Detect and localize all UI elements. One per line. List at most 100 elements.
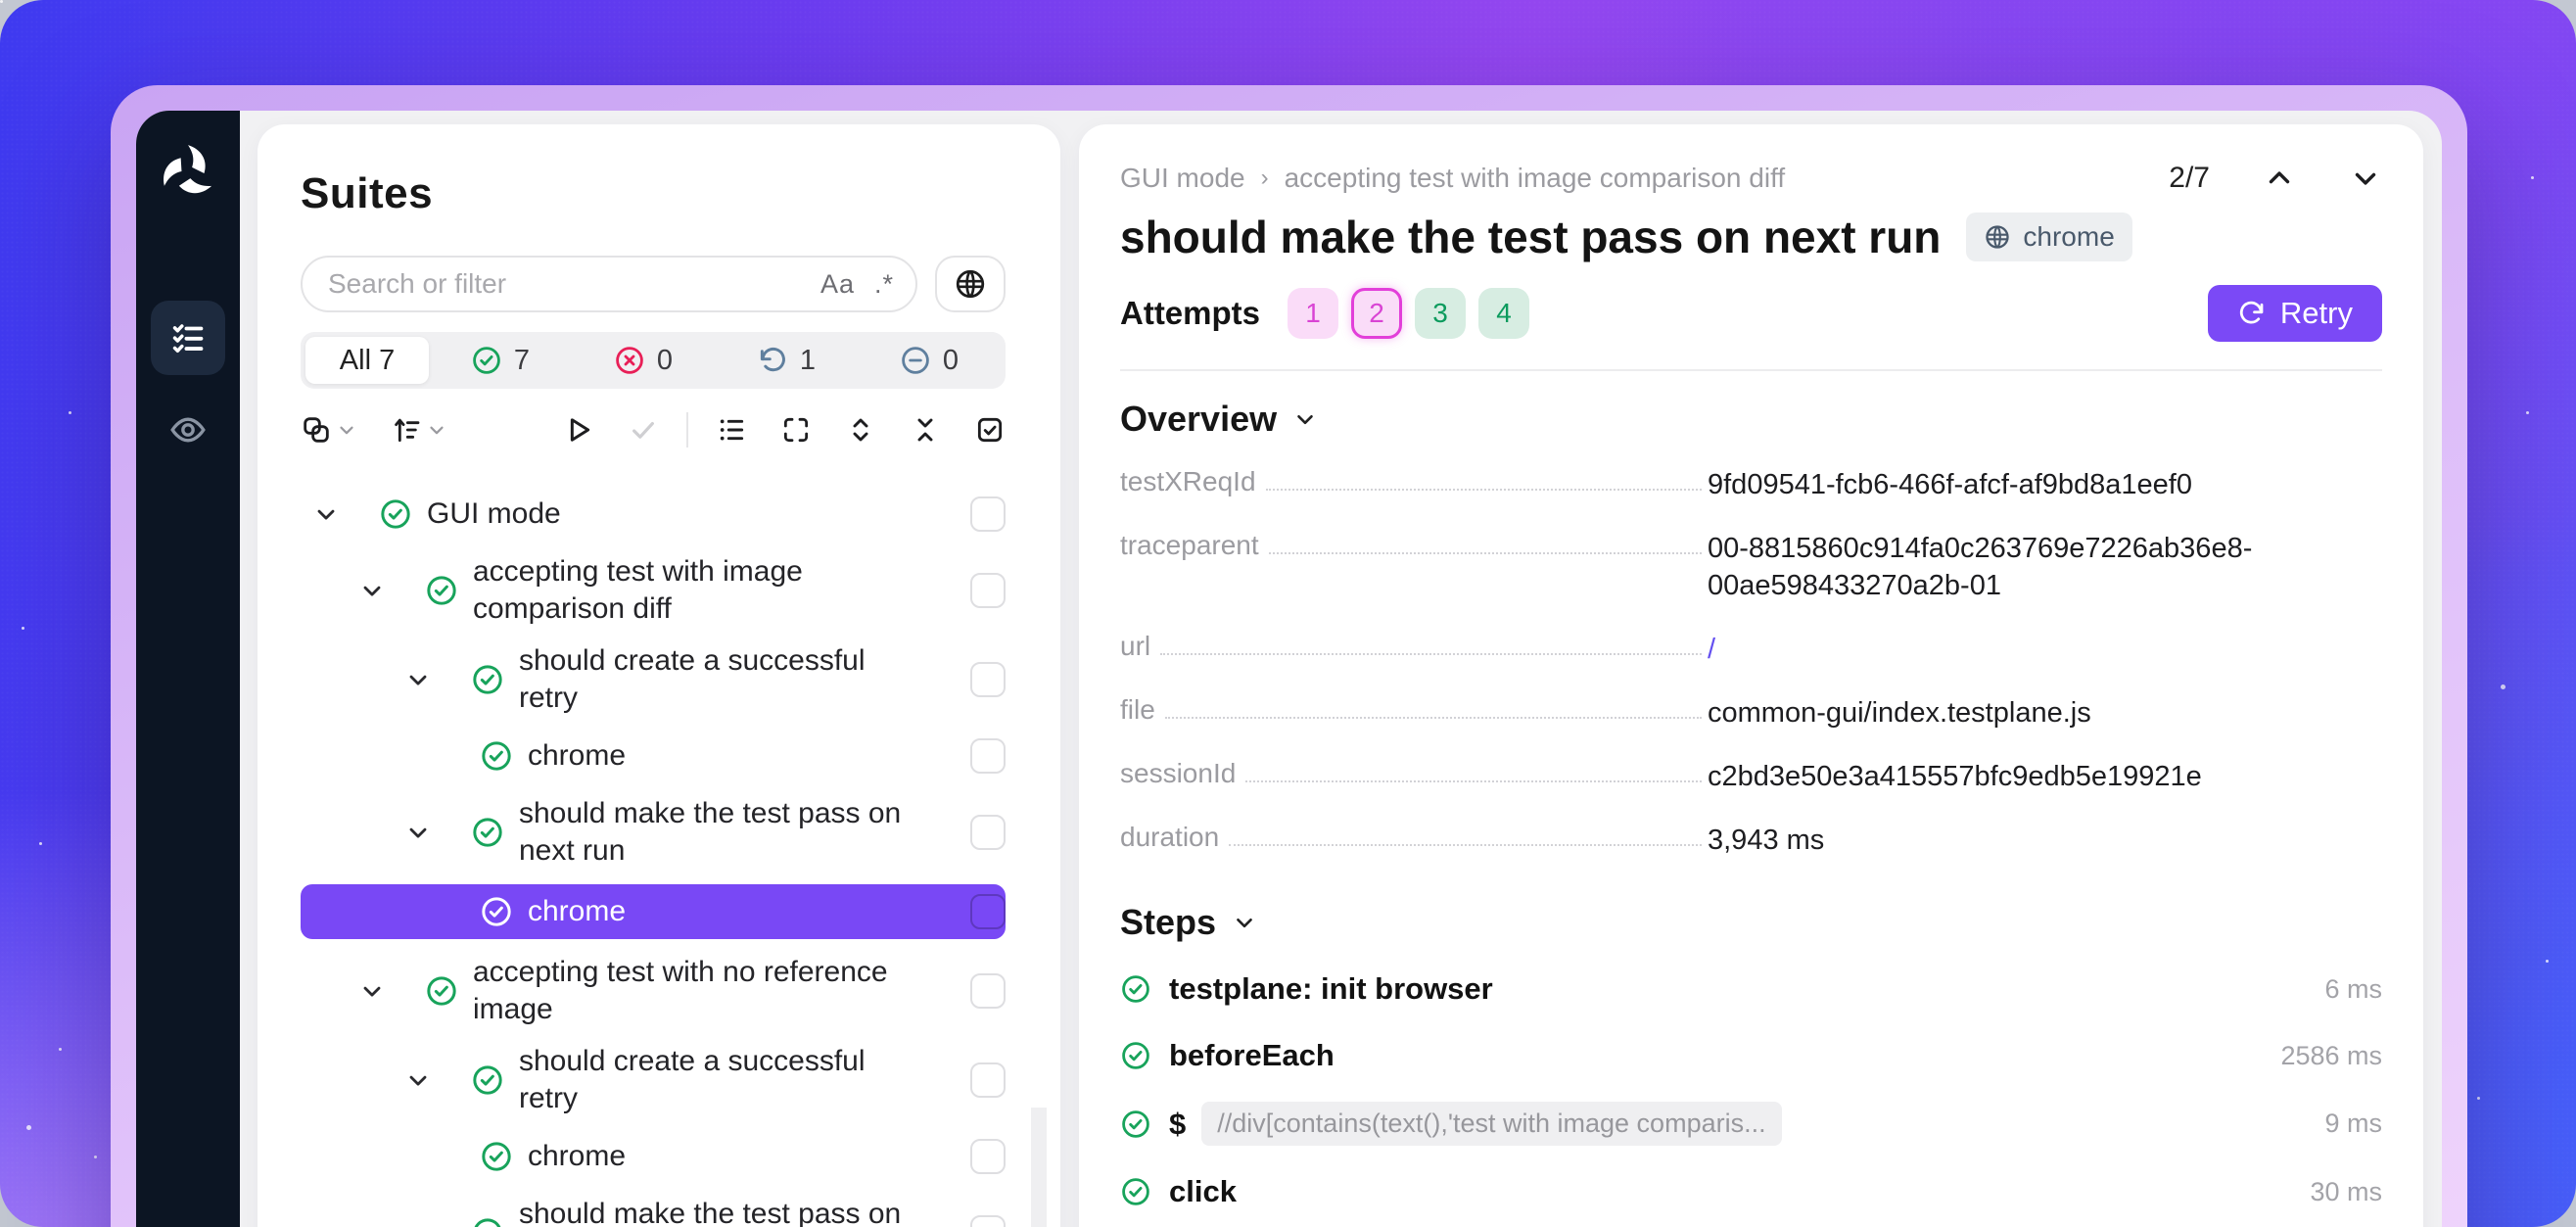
step-row[interactable]: testplane: init browser6 ms (1120, 968, 2382, 1010)
tree-row-checkbox[interactable] (970, 1062, 1006, 1098)
dotted-leader (1245, 758, 1702, 782)
tree-row-browser-selected[interactable]: chrome (301, 884, 1006, 939)
filter-skipped[interactable]: 0 (858, 345, 1001, 377)
tree-row-checkbox[interactable] (970, 1215, 1006, 1227)
tree-row[interactable]: should create a successful retry (301, 1043, 1006, 1117)
passed-check-icon (471, 663, 504, 696)
tree-row[interactable]: accepting test with image comparison dif… (301, 553, 1006, 628)
match-case-toggle[interactable]: Aa (820, 269, 855, 300)
tree-row-label: chrome (528, 1138, 626, 1175)
step-row[interactable]: beforeEach2586 ms (1120, 1035, 2382, 1076)
focus-selection-button[interactable] (780, 414, 812, 446)
expand-all-button[interactable] (845, 414, 876, 446)
status-filterbar: All 7 7 0 1 0 (301, 332, 1006, 389)
accept-button[interactable] (628, 414, 659, 446)
overview-value: 3,943 ms (1708, 822, 2382, 859)
tree-row[interactable]: GUI mode (301, 490, 1006, 539)
tree-row-checkbox[interactable] (970, 1139, 1006, 1174)
passed-check-icon (1120, 1176, 1151, 1207)
tree-row-checkbox[interactable] (970, 973, 1006, 1009)
attempt-2-selected[interactable]: 2 (1351, 288, 1402, 339)
passed-check-icon (471, 345, 502, 376)
previous-test-button[interactable] (2263, 162, 2296, 195)
step-row[interactable]: click30 ms (1120, 1171, 2382, 1212)
fold-icon (910, 414, 941, 446)
breadcrumb-suite[interactable]: accepting test with image comparison dif… (1285, 163, 1786, 194)
tree-row[interactable]: should make the test pass on next run (301, 795, 1006, 870)
attempt-4[interactable]: 4 (1478, 288, 1529, 339)
tree-row-browser[interactable]: chrome (301, 1132, 1006, 1181)
overview-row: traceparent00-8815860c914fa0c263769e7226… (1120, 530, 2382, 604)
tree-row[interactable]: should create a successful retry (301, 642, 1006, 717)
step-name: beforeEach (1169, 1038, 1335, 1073)
nav-rail (136, 111, 240, 1227)
run-button[interactable] (561, 413, 594, 447)
passed-check-icon (480, 1140, 513, 1173)
chevron-down-icon[interactable] (404, 819, 432, 846)
tree-row-checkbox[interactable] (970, 894, 1006, 929)
pager-position: 2/7 (2169, 162, 2210, 195)
test-detail-panel: GUI mode › accepting test with image com… (1079, 124, 2423, 1227)
overview-key: traceparent (1120, 530, 1259, 561)
regex-toggle[interactable]: .* (874, 269, 894, 300)
dotted-leader (1266, 466, 1702, 491)
tree-row-checkbox[interactable] (970, 662, 1006, 697)
chevron-down-icon[interactable] (404, 1219, 432, 1227)
toolbar-divider (686, 412, 688, 448)
chevron-down-icon[interactable] (404, 666, 432, 693)
nav-item-preview[interactable] (151, 393, 225, 467)
next-test-button[interactable] (2349, 162, 2382, 195)
test-pager: 2/7 (2169, 162, 2382, 195)
attempt-1[interactable]: 1 (1288, 288, 1338, 339)
step-row[interactable]: $//div[contains(text(),'test with image … (1120, 1102, 2382, 1146)
scrollbar-track[interactable] (1031, 1108, 1047, 1227)
tree-row-label: chrome (528, 893, 626, 930)
chevron-down-icon[interactable] (404, 1066, 432, 1094)
passed-count: 7 (514, 345, 530, 377)
overview-section-header[interactable]: Overview (1120, 399, 2382, 440)
filter-passed[interactable]: 7 (429, 345, 572, 377)
tree-row-checkbox[interactable] (970, 496, 1006, 532)
dotted-leader (1269, 530, 1702, 554)
chevron-down-icon[interactable] (358, 977, 386, 1005)
passed-check-icon (471, 1216, 504, 1227)
passed-check-icon (1120, 973, 1151, 1005)
tree-row[interactable]: should make the test pass on next run (301, 1196, 1006, 1227)
suite-tree: GUI mode accepting test with image compa… (301, 475, 1060, 1227)
overview-key: url (1120, 631, 1150, 662)
filter-all[interactable]: All 7 (305, 337, 429, 384)
nav-item-tests[interactable] (151, 301, 225, 375)
retry-button[interactable]: Retry (2208, 285, 2382, 342)
breadcrumb-separator-icon: › (1261, 165, 1269, 192)
chevron-down-icon (426, 419, 447, 441)
chevron-down-icon[interactable] (358, 577, 386, 604)
filter-failed[interactable]: 0 (572, 345, 715, 377)
steps-section-header[interactable]: Steps (1120, 902, 2382, 943)
overview-url-link[interactable]: / (1708, 631, 2382, 668)
list-view-button[interactable] (716, 414, 747, 446)
sort-icon (391, 414, 422, 446)
filter-retried[interactable]: 1 (715, 345, 858, 377)
tree-toolbar (301, 412, 1006, 448)
breadcrumb-parent[interactable]: GUI mode (1120, 163, 1245, 194)
sort-dropdown[interactable] (391, 414, 447, 446)
search-input[interactable] (328, 268, 801, 300)
collapse-all-button[interactable] (910, 414, 941, 446)
browser-filter-button[interactable] (935, 256, 1006, 312)
tree-row-checkbox[interactable] (970, 815, 1006, 850)
select-all-button[interactable] (974, 414, 1006, 446)
attempt-3[interactable]: 3 (1415, 288, 1466, 339)
group-by-dropdown[interactable] (301, 414, 357, 446)
passed-check-icon (1120, 1040, 1151, 1071)
passed-check-icon (471, 1063, 504, 1097)
tree-row-checkbox[interactable] (970, 738, 1006, 774)
search-box: Aa .* (301, 256, 917, 312)
tree-row-browser[interactable]: chrome (301, 731, 1006, 780)
chevron-down-icon[interactable] (312, 500, 340, 528)
retry-button-label: Retry (2280, 296, 2353, 331)
suites-panel: Suites Aa .* All 7 7 0 (258, 124, 1060, 1227)
overview-row: testXReqId9fd09541-fcb6-466f-afcf-af9bd8… (1120, 466, 2382, 503)
overview-key: file (1120, 694, 1155, 726)
tree-row[interactable]: accepting test with no reference image (301, 954, 1006, 1028)
tree-row-checkbox[interactable] (970, 573, 1006, 608)
